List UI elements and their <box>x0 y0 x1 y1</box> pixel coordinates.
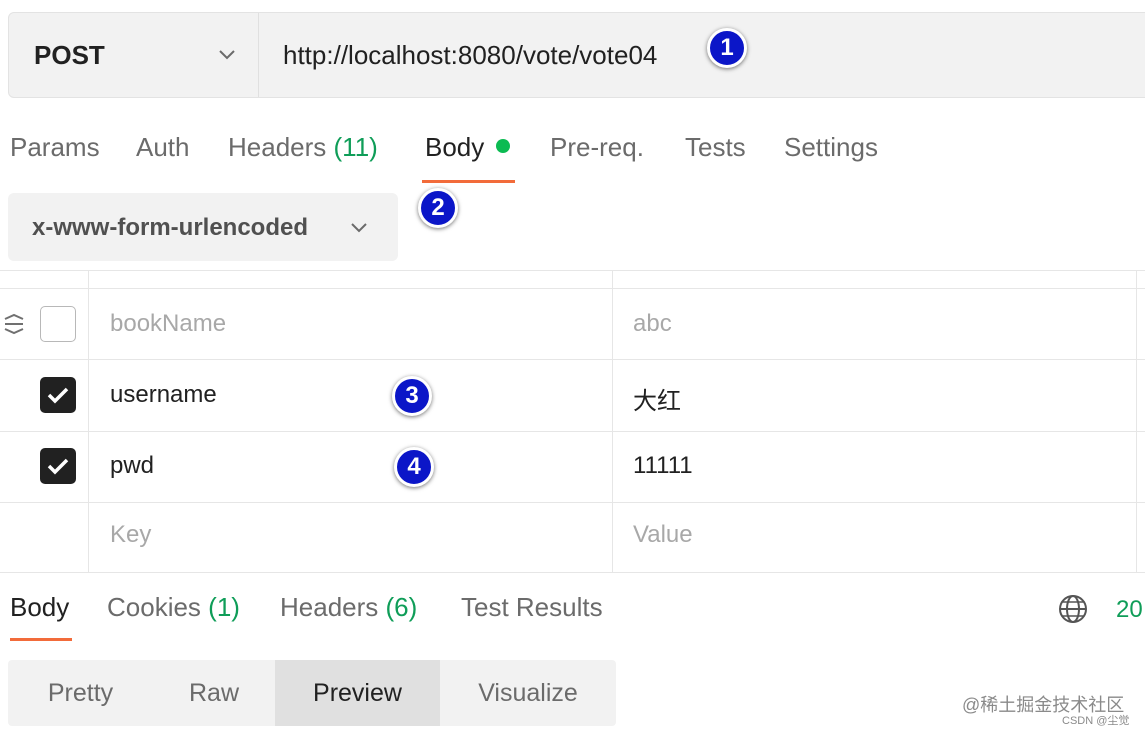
table-divider <box>0 572 1145 573</box>
param-value[interactable]: abc <box>633 310 672 338</box>
param-key[interactable]: pwd <box>110 452 154 480</box>
status-code: 20 <box>1116 596 1143 623</box>
annotation-badge-3: 3 <box>392 376 432 416</box>
response-tab-headers[interactable]: Headers (6) <box>280 592 417 623</box>
tab-body-label: Body <box>425 132 485 162</box>
table-divider <box>0 502 1145 503</box>
table-divider <box>0 288 1145 289</box>
method-select[interactable]: POST <box>9 13 259 97</box>
chevron-down-icon <box>219 50 235 60</box>
view-mode-visualize[interactable]: Visualize <box>440 660 616 726</box>
new-value-input[interactable]: Value <box>633 521 693 549</box>
checkbox-checked-icon[interactable] <box>40 377 76 413</box>
active-response-tab-underline <box>10 638 72 641</box>
table-divider <box>0 431 1145 432</box>
view-mode-raw[interactable]: Raw <box>153 660 275 726</box>
row-checkbox[interactable] <box>40 306 76 342</box>
new-key-input[interactable]: Key <box>110 521 151 549</box>
annotation-badge-2: 2 <box>418 188 458 228</box>
params-table: bookName abc username 大红 pwd 11111 Key V… <box>0 270 1145 573</box>
response-tab-headers-count: (6) <box>385 592 418 622</box>
table-column-divider <box>612 270 613 573</box>
body-type-label: x-www-form-urlencoded <box>32 214 309 241</box>
table-divider <box>0 270 1145 271</box>
annotation-badge-1: 1 <box>707 28 747 68</box>
param-key[interactable]: bookName <box>110 310 226 338</box>
drag-handle-icon[interactable] <box>2 312 26 336</box>
param-value[interactable]: 11111 <box>633 452 693 480</box>
param-key[interactable]: username <box>110 381 217 409</box>
request-bar: POST http://localhost:8080/vote/vote04 <box>8 12 1145 98</box>
tab-auth[interactable]: Auth <box>136 132 190 163</box>
body-indicator-dot <box>496 139 511 153</box>
table-divider <box>0 359 1145 360</box>
watermark-sub: CSDN @尘觉 <box>1062 715 1130 727</box>
check-mark-icon <box>47 387 69 404</box>
url-input[interactable]: http://localhost:8080/vote/vote04 <box>283 40 657 71</box>
tab-headers[interactable]: Headers (11) <box>228 132 378 163</box>
annotation-badge-4: 4 <box>394 447 434 487</box>
response-tab-cookies-count: (1) <box>208 592 240 622</box>
tab-headers-count: (11) <box>333 132 378 162</box>
view-mode-pretty[interactable]: Pretty <box>8 660 153 726</box>
table-column-divider <box>1136 270 1137 573</box>
view-mode-selector: Pretty Raw Preview Visualize <box>8 660 616 726</box>
tab-tests[interactable]: Tests <box>685 132 746 163</box>
tab-prereq[interactable]: Pre-req. <box>550 132 644 163</box>
globe-icon[interactable] <box>1057 593 1089 625</box>
response-tab-cookies-label: Cookies <box>107 592 201 622</box>
response-tab-body[interactable]: Body <box>10 592 69 623</box>
tab-params[interactable]: Params <box>10 132 100 163</box>
response-tab-cookies[interactable]: Cookies (1) <box>107 592 240 623</box>
method-label: POST <box>34 40 105 70</box>
view-mode-preview[interactable]: Preview <box>275 660 440 726</box>
response-tab-test-results[interactable]: Test Results <box>461 592 603 623</box>
tab-settings[interactable]: Settings <box>784 132 878 163</box>
tab-headers-label: Headers <box>228 132 327 162</box>
checkbox-checked-icon[interactable] <box>40 448 76 484</box>
param-value[interactable]: 大红 <box>633 381 681 416</box>
chevron-down-icon <box>351 223 367 233</box>
table-column-divider <box>88 270 89 573</box>
response-tab-headers-label: Headers <box>280 592 379 622</box>
active-tab-underline <box>422 180 515 183</box>
body-type-select[interactable]: x-www-form-urlencoded <box>8 193 398 261</box>
tab-body[interactable]: Body <box>425 132 511 163</box>
check-mark-icon <box>47 458 69 475</box>
